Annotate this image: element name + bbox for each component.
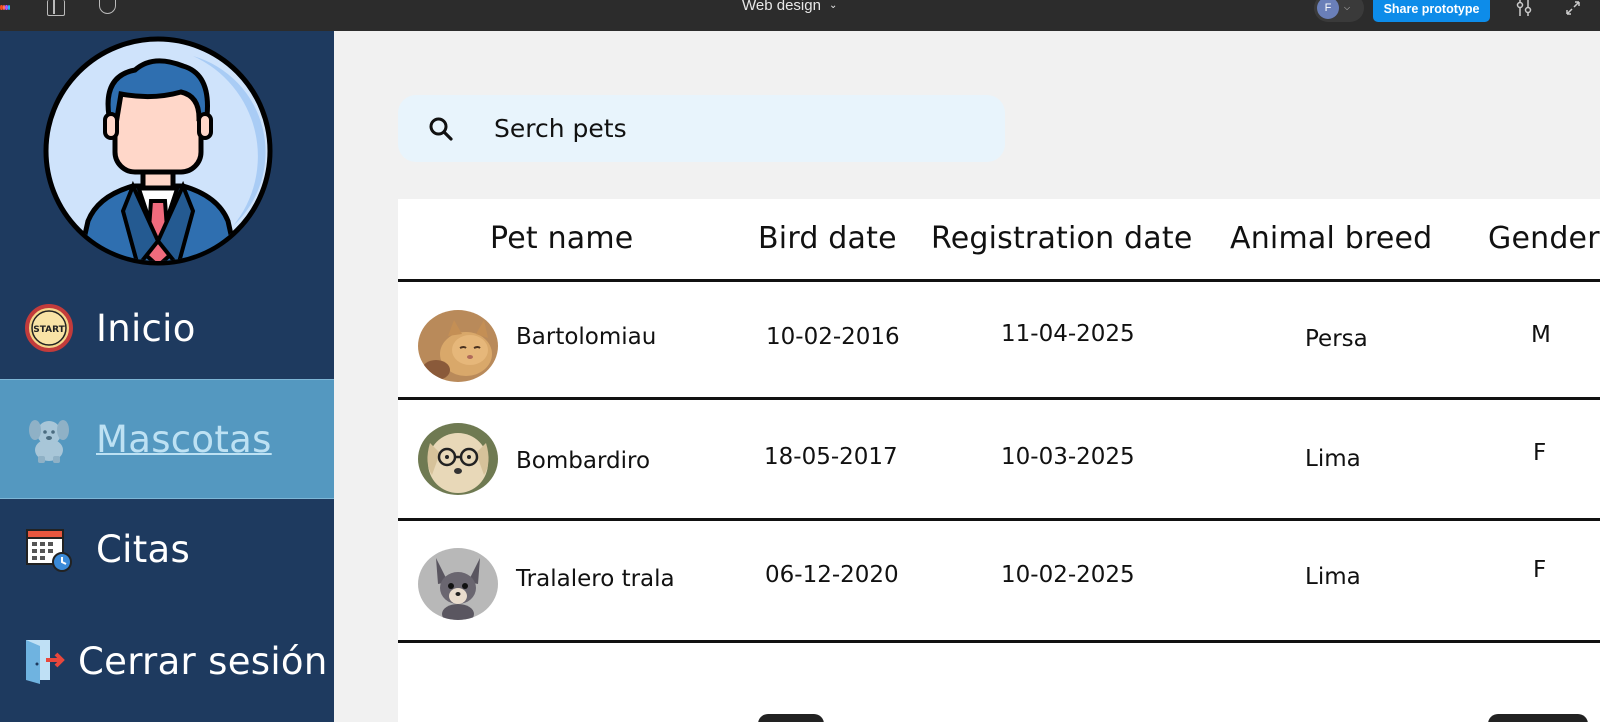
sidebar-item-label: Citas — [96, 527, 191, 571]
search-icon[interactable] — [428, 116, 454, 142]
column-header-pet-name[interactable]: Pet name — [490, 221, 633, 256]
share-prototype-button[interactable]: Share prototype — [1373, 0, 1490, 22]
pets-table: Pet name Bird date Registration date Ani… — [398, 199, 1600, 722]
panel-toggle-icon[interactable] — [47, 0, 65, 16]
registration-date: 10-02-2025 — [1001, 562, 1135, 588]
gender: F — [1533, 557, 1547, 583]
animal-breed: Lima — [1305, 564, 1361, 590]
pet-name: Bartolomiau — [516, 324, 657, 350]
chihuahua-photo — [418, 548, 498, 620]
chevron-down-icon: ⌄ — [828, 0, 838, 11]
dog-icon — [24, 414, 74, 464]
comment-icon[interactable] — [99, 0, 116, 14]
sidebar-item-label: Cerrar sesión — [78, 639, 328, 683]
pet-name: Bombardiro — [516, 448, 651, 474]
sidebar-item-label: Inicio — [96, 306, 196, 350]
birth-date: 10-02-2016 — [766, 324, 900, 350]
sidebar-item-cerrar-sesion[interactable]: Cerrar sesión — [0, 611, 334, 711]
calendar-clock-icon — [24, 524, 74, 574]
chevron-down-icon: ⌵ — [1344, 3, 1351, 12]
row-divider — [398, 640, 1600, 643]
avatar-menu[interactable]: F ⌵ — [1314, 0, 1364, 22]
table-row[interactable]: Tralalero trala 06-12-2020 10-02-2025 Li… — [398, 521, 1600, 639]
top-toolbar: Web design ⌄ F ⌵ Share prototype — [0, 0, 1600, 31]
pet-name: Tralalero trala — [516, 566, 675, 592]
file-title: Web design — [742, 0, 821, 14]
birth-date: 06-12-2020 — [765, 562, 899, 588]
settings-sliders-icon[interactable] — [1515, 0, 1533, 16]
registration-date: 11-04-2025 — [1001, 321, 1135, 347]
column-header-gender[interactable]: Gender — [1488, 221, 1600, 256]
table-row[interactable]: Bartolomiau 10-02-2016 11-04-2025 Persa … — [398, 282, 1600, 400]
gender: F — [1533, 440, 1547, 466]
sidebar-item-mascotas[interactable]: Mascotas — [0, 379, 334, 499]
start-badge-icon: START — [24, 303, 74, 353]
birth-date: 18-05-2017 — [764, 444, 898, 470]
animal-breed: Persa — [1305, 326, 1368, 352]
expand-icon[interactable] — [1565, 0, 1581, 16]
table-row[interactable]: Bombardiro 18-05-2017 10-03-2025 Lima F — [398, 400, 1600, 518]
gender: M — [1531, 322, 1551, 348]
pagination-button[interactable] — [1488, 714, 1588, 722]
sidebar-item-label: Mascotas — [96, 417, 272, 461]
sidebar-item-inicio[interactable]: START Inicio — [0, 269, 334, 387]
businessman-avatar-icon — [43, 36, 273, 266]
registration-date: 10-03-2025 — [1001, 444, 1135, 470]
column-header-bird-date[interactable]: Bird date — [758, 221, 897, 256]
cat-photo — [418, 310, 498, 382]
search-input[interactable] — [494, 107, 974, 149]
column-header-animal-breed[interactable]: Animal breed — [1230, 221, 1432, 256]
figma-logo-icon[interactable] — [0, 0, 10, 14]
start-badge-text: START — [33, 325, 65, 335]
sidebar: START Inicio Mascotas Citas Cerrar sesió… — [0, 31, 334, 722]
search-bar[interactable] — [398, 95, 1005, 162]
file-title-dropdown[interactable]: Web design ⌄ — [742, 0, 837, 14]
logout-door-icon — [22, 636, 66, 686]
column-header-registration-date[interactable]: Registration date — [931, 221, 1193, 256]
sidebar-item-citas[interactable]: Citas — [0, 499, 334, 599]
pagination-button[interactable] — [758, 714, 824, 722]
dog-glasses-photo — [418, 423, 498, 495]
animal-breed: Lima — [1305, 446, 1361, 472]
avatar: F — [1317, 0, 1339, 19]
